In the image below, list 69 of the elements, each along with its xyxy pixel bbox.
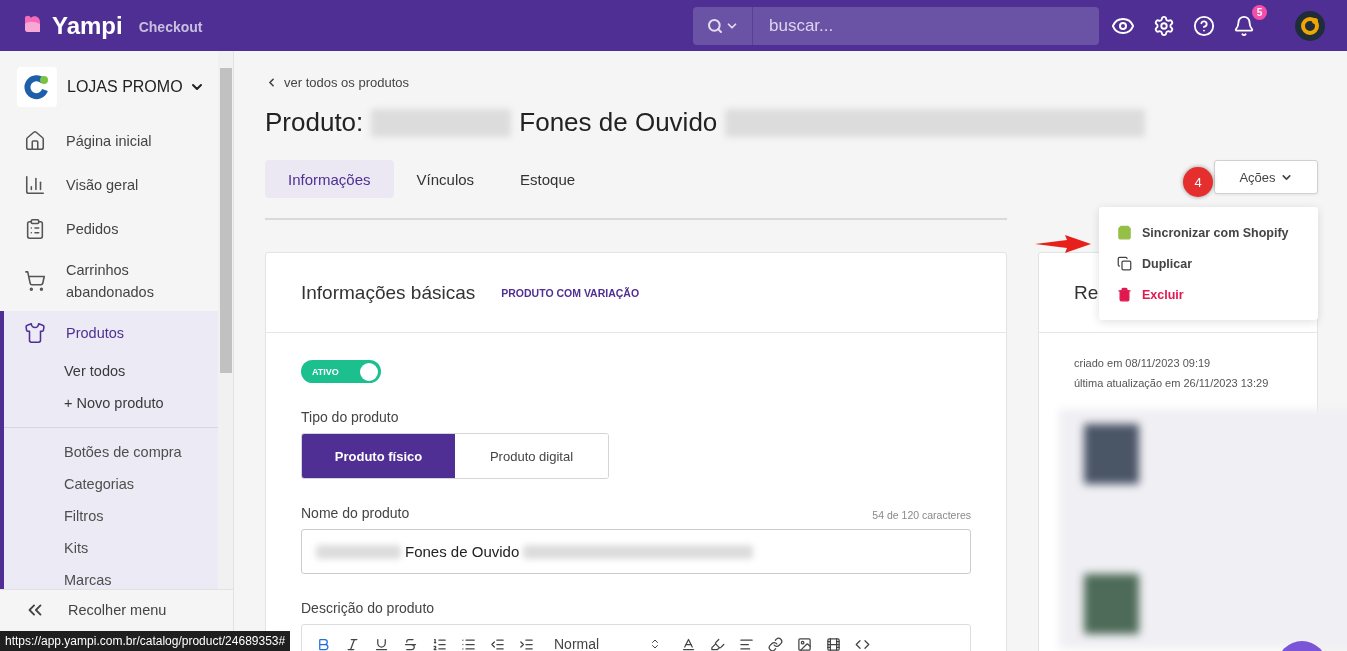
link-icon[interactable] — [768, 636, 784, 651]
copy-icon — [1117, 256, 1132, 271]
numbered-list-icon[interactable] — [432, 636, 447, 651]
field-value: Fones de Ouvido — [405, 543, 520, 560]
nav-item[interactable]: Página inicial — [4, 119, 218, 163]
nav-subitem[interactable]: Ver todos — [4, 355, 218, 387]
strikethrough-icon[interactable] — [403, 636, 418, 651]
field-label: Descrição do produto — [301, 600, 435, 616]
text-color-icon[interactable] — [681, 636, 697, 651]
card-title: Re — [1074, 281, 1099, 304]
product-name-field[interactable]: Fones de Ouvido — [301, 529, 971, 574]
format-select[interactable]: Normal — [548, 636, 668, 651]
nav-icon — [24, 130, 46, 152]
url-tooltip: https://app.yampi.com.br/catalog/product/24689353# — [0, 631, 291, 651]
created-date: criado em 08/11/2023 09:19 — [1074, 357, 1212, 369]
card-title: Informações básicas — [301, 281, 476, 304]
notification-count: 5 — [1252, 4, 1267, 20]
character-counter: 54 de 120 caracteres — [872, 509, 971, 521]
nav-subitem[interactable]: Marcas — [4, 564, 218, 589]
image-icon[interactable] — [797, 636, 813, 651]
tab[interactable]: Estoque — [497, 160, 599, 198]
store-avatar[interactable] — [1295, 10, 1325, 41]
updated-date: última atualização em 26/11/2023 13:29 — [1074, 377, 1270, 389]
product-name: Checkout — [138, 19, 203, 35]
trash-icon — [1117, 287, 1132, 302]
nav-subitem[interactable]: Kits — [4, 532, 218, 564]
actions-button[interactable]: Ações — [1214, 160, 1318, 194]
notification-bell-icon[interactable] — [1233, 14, 1255, 37]
scrollbar[interactable] — [218, 51, 233, 589]
indent-icon[interactable] — [519, 636, 534, 651]
menu-item[interactable]: Excluir — [1099, 279, 1318, 310]
tab[interactable]: Informações — [265, 160, 394, 198]
bold-icon[interactable] — [316, 636, 331, 651]
menu-item[interactable]: Sincronizar com Shopify — [1099, 217, 1318, 248]
nav-subitem[interactable]: + Novo produto — [4, 387, 218, 419]
variation-tag: PRODUTO COM VARIAÇÃO — [501, 286, 640, 299]
bullet-list-icon[interactable] — [461, 636, 476, 651]
nav-item[interactable]: Produtos — [4, 311, 218, 355]
store-selector[interactable]: LOJAS PROMO — [0, 67, 205, 107]
page-title: Produto: — [265, 107, 364, 138]
nav-subitem[interactable]: Categorias — [4, 468, 218, 500]
help-icon[interactable] — [1193, 14, 1215, 37]
store-logo-icon — [23, 73, 51, 101]
page-title: Fones de Ouvido — [519, 107, 718, 138]
underline-icon[interactable] — [374, 636, 389, 651]
settings-icon[interactable] — [1153, 14, 1175, 37]
product-type-option[interactable]: Produto físico — [302, 434, 455, 478]
nav-icon — [24, 174, 46, 196]
field-label: Nome do produto — [301, 505, 410, 521]
logo-text: Yampi — [52, 11, 123, 40]
back-link[interactable]: ver todos os produtos — [265, 75, 410, 90]
nav-icon — [24, 270, 46, 292]
highlight-icon[interactable] — [710, 636, 726, 651]
nav-item[interactable]: Carrinhos abandonados — [4, 251, 218, 311]
nav-item[interactable]: Pedidos — [4, 207, 218, 251]
align-icon[interactable] — [739, 636, 755, 651]
nav-subitem[interactable]: Filtros — [4, 500, 218, 532]
field-label: Tipo do produto — [301, 409, 399, 425]
nav-item[interactable]: Visão geral — [4, 163, 218, 207]
outdent-icon[interactable] — [490, 636, 505, 651]
tab[interactable]: Vínculos — [393, 160, 498, 198]
italic-icon[interactable] — [345, 636, 360, 651]
step-badge: 4 — [1183, 167, 1213, 197]
nav-icon — [24, 322, 46, 344]
menu-item[interactable]: Duplicar — [1099, 248, 1318, 279]
search-icon — [706, 17, 723, 34]
nav-icon — [24, 218, 46, 240]
nav-subitem[interactable]: Botões de compra — [4, 436, 218, 468]
video-icon[interactable] — [826, 636, 842, 651]
